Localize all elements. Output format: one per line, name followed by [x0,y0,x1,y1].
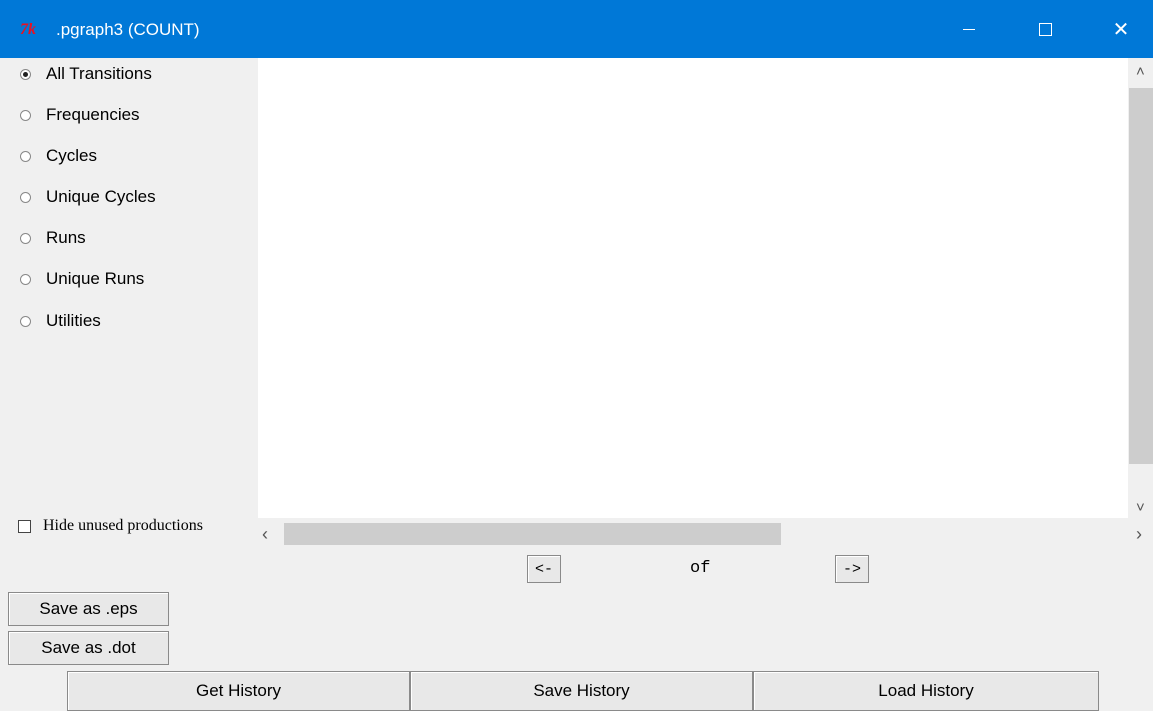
prev-page-button[interactable]: <- [527,555,561,583]
checkbox-label: Hide unused productions [43,517,203,534]
window-title: .pgraph3 (COUNT) [56,20,200,39]
maximize-button[interactable] [1022,0,1068,58]
horizontal-scroll-thumb[interactable] [284,523,781,545]
radio-button-icon[interactable] [20,150,31,162]
radio-button-icon[interactable] [20,273,31,285]
radio-unique-runs[interactable]: Unique Runs [20,268,144,290]
get-history-button[interactable]: Get History [67,671,410,711]
radio-button-icon[interactable] [20,109,31,121]
radio-label: Runs [46,228,86,247]
vertical-scroll-thumb[interactable] [1129,88,1153,464]
save-history-button[interactable]: Save History [410,671,753,711]
tk-feather-icon: 7k [20,21,36,38]
title-bar: 7k .pgraph3 (COUNT) ✕ [0,0,1153,58]
radio-button-icon[interactable] [20,191,31,203]
radio-button-icon[interactable] [20,315,31,327]
radio-unique-cycles[interactable]: Unique Cycles [20,186,156,208]
radio-all-transitions[interactable]: All Transitions [20,63,152,85]
scroll-left-icon[interactable]: ‹ [262,525,268,543]
hide-unused-productions-checkbox[interactable]: Hide unused productions [18,515,203,537]
graph-canvas[interactable] [258,58,1128,518]
minimize-icon [963,28,975,30]
close-icon: ✕ [1112,18,1130,41]
load-history-button[interactable]: Load History [753,671,1099,711]
radio-label: Unique Cycles [46,187,156,206]
radio-label: Cycles [46,146,98,165]
checkbox-icon[interactable] [18,519,31,533]
close-button[interactable]: ✕ [1098,0,1144,58]
scroll-up-icon[interactable]: ˄ [1136,64,1145,80]
scroll-down-icon[interactable]: ˅ [1136,500,1145,516]
next-page-button[interactable]: -> [835,555,869,583]
radio-utilities[interactable]: Utilities [20,310,101,332]
scroll-right-icon[interactable]: › [1136,525,1142,543]
radio-frequencies[interactable]: Frequencies [20,104,140,126]
view-options-panel: All Transitions Frequencies Cycles Uniqu… [0,58,258,518]
save-as-dot-button[interactable]: Save as .dot [8,631,169,665]
radio-label: All Transitions [46,64,152,83]
save-as-eps-button[interactable]: Save as .eps [8,592,169,626]
radio-button-icon[interactable] [20,68,31,80]
radio-label: Unique Runs [46,269,145,288]
radio-runs[interactable]: Runs [20,227,86,249]
minimize-button[interactable] [946,0,992,58]
radio-label: Frequencies [46,105,140,124]
radio-button-icon[interactable] [20,232,31,244]
maximize-icon [1038,22,1052,36]
radio-cycles[interactable]: Cycles [20,145,97,167]
radio-label: Utilities [46,311,101,330]
page-of-label: of [690,559,711,578]
